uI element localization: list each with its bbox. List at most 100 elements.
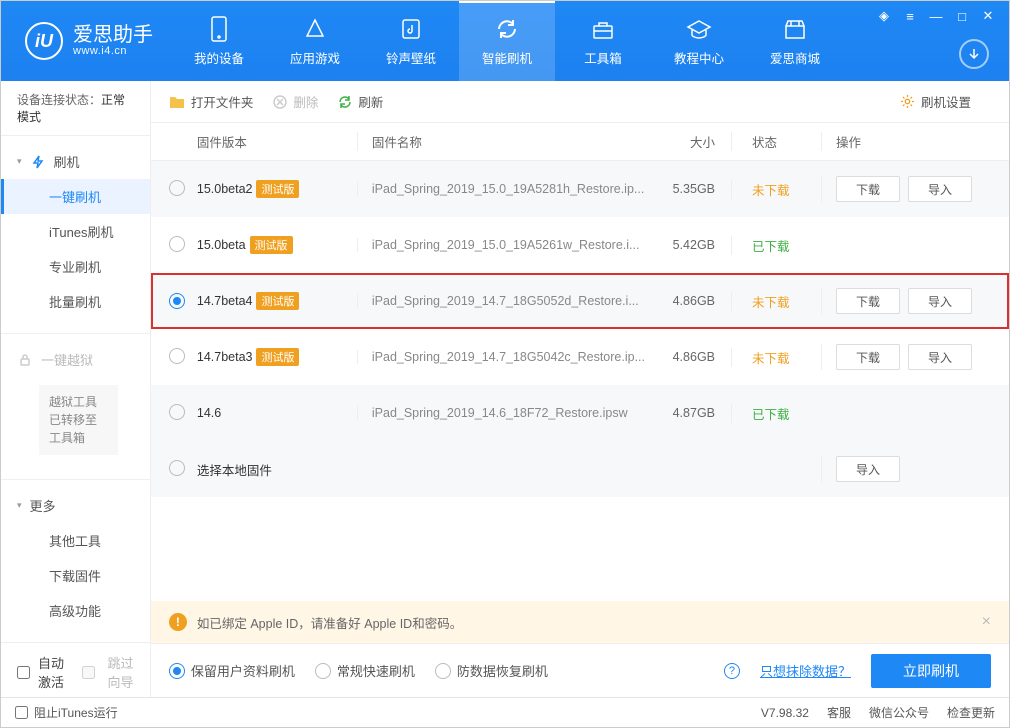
row-size: 5.35GB <box>645 182 715 196</box>
row-radio[interactable] <box>169 460 185 476</box>
import-button[interactable]: 导入 <box>908 344 972 370</box>
warning-icon: ! <box>169 613 187 631</box>
nav-flash[interactable]: 智能刷机 <box>459 1 555 81</box>
row-version: 15.0beta <box>197 238 246 252</box>
row-status: 已下载 <box>731 404 821 423</box>
sidebar-item-itunes[interactable]: iTunes刷机 <box>1 214 150 249</box>
lock-icon <box>17 352 33 368</box>
window-menu-button[interactable]: ≡ <box>899 7 921 25</box>
auto-activate-row: 自动激活 跳过向导 <box>1 642 150 697</box>
app-domain: www.i4.cn <box>73 45 153 57</box>
sidebar-item-batch[interactable]: 批量刷机 <box>1 284 150 319</box>
version-label: V7.98.32 <box>761 706 809 720</box>
delete-button[interactable]: 删除 <box>273 92 318 111</box>
row-size: 4.87GB <box>645 406 715 420</box>
help-icon[interactable]: ? <box>724 663 740 679</box>
download-button[interactable]: 下载 <box>836 288 900 314</box>
delete-icon <box>273 95 287 109</box>
row-filename: iPad_Spring_2019_15.0_19A5261w_Restore.i… <box>357 238 645 252</box>
gear-icon <box>900 94 915 109</box>
footer: 阻止iTunes运行 V7.98.32 客服 微信公众号 检查更新 <box>1 697 1009 727</box>
row-radio[interactable] <box>169 180 185 196</box>
chevron-down-icon: ▾ <box>17 156 22 167</box>
jailbreak-notice: 越狱工具已转移至工具箱 <box>39 385 118 455</box>
flash-settings-button[interactable]: 刷机设置 <box>900 92 971 111</box>
firmware-row[interactable]: 15.0beta测试版iPad_Spring_2019_15.0_19A5261… <box>151 217 1009 273</box>
erase-data-link[interactable]: 只想抹除数据？ <box>760 661 851 680</box>
import-button[interactable]: 导入 <box>908 176 972 202</box>
refresh-icon <box>494 16 520 42</box>
window-close-button[interactable]: ✕ <box>977 7 999 25</box>
skip-guide-checkbox[interactable] <box>82 666 95 679</box>
auto-activate-checkbox[interactable] <box>17 666 30 679</box>
music-icon <box>398 16 424 42</box>
local-firmware-row[interactable]: 选择本地固件导入 <box>151 441 1009 497</box>
refresh-button[interactable]: 刷新 <box>338 92 383 111</box>
download-arrow-button[interactable] <box>959 39 989 69</box>
flash-icon <box>30 154 46 170</box>
nav-tutorials[interactable]: 教程中心 <box>651 1 747 81</box>
main-panel: 打开文件夹 删除 刷新 刷机设置 固件版本 固件名称 大小 状态 操作 15.0… <box>151 81 1009 697</box>
row-size: 5.42GB <box>645 238 715 252</box>
th-name: 固件名称 <box>357 132 645 151</box>
import-button[interactable]: 导入 <box>908 288 972 314</box>
logo-icon: iU <box>25 22 63 60</box>
option-normal[interactable]: 常规快速刷机 <box>315 661 415 680</box>
sidebar-item-advanced[interactable]: 高级功能 <box>1 593 150 628</box>
nav-label: 爱思商城 <box>770 48 820 67</box>
nav-apps[interactable]: 应用游戏 <box>267 1 363 81</box>
th-version: 固件版本 <box>197 132 357 151</box>
open-folder-button[interactable]: 打开文件夹 <box>169 92 254 111</box>
firmware-row[interactable]: 15.0beta2测试版 iPad_Spring_2019_15.0_19A528… <box>151 161 1009 217</box>
sidebar-label: 更多 <box>30 496 56 515</box>
row-version: 15.0beta2 <box>197 182 253 196</box>
toolbox-icon <box>590 16 616 42</box>
footer-wechat[interactable]: 微信公众号 <box>869 704 929 721</box>
nav-ringtones[interactable]: 铃声壁纸 <box>363 1 459 81</box>
sidebar-label: 刷机 <box>54 152 80 171</box>
title-bar: iU 爱思助手 www.i4.cn 我的设备 应用游戏 铃声壁纸 智能刷机 工具… <box>1 1 1009 81</box>
nav-tools[interactable]: 工具箱 <box>555 1 651 81</box>
sidebar-head-more[interactable]: ▾更多 <box>1 488 150 523</box>
firmware-row[interactable]: 14.7beta3测试版iPad_Spring_2019_14.7_18G504… <box>151 329 1009 385</box>
row-filename: iPad_Spring_2019_14.7_18G5042c_Restore.i… <box>357 350 645 364</box>
close-banner-button[interactable]: × <box>982 613 991 631</box>
firmware-row[interactable]: 14.6iPad_Spring_2019_14.6_18F72_Restore.… <box>151 385 1009 441</box>
download-button[interactable]: 下载 <box>836 176 900 202</box>
download-button[interactable]: 下载 <box>836 344 900 370</box>
th-status: 状态 <box>731 132 821 151</box>
sidebar-item-oneclick[interactable]: 一键刷机 <box>1 179 150 214</box>
sidebar-item-other[interactable]: 其他工具 <box>1 523 150 558</box>
row-radio[interactable] <box>169 404 185 420</box>
footer-service[interactable]: 客服 <box>827 704 851 721</box>
apps-icon <box>302 16 328 42</box>
firmware-row[interactable]: 14.7beta4测试版iPad_Spring_2019_14.7_18G505… <box>151 273 1009 329</box>
skip-guide-label: 跳过向导 <box>107 653 133 691</box>
beta-badge: 测试版 <box>256 292 299 310</box>
footer-update[interactable]: 检查更新 <box>947 704 995 721</box>
flash-now-button[interactable]: 立即刷机 <box>871 654 991 688</box>
sidebar-item-pro[interactable]: 专业刷机 <box>1 249 150 284</box>
window-minimize-button[interactable]: — <box>925 7 947 25</box>
option-antiloss[interactable]: 防数据恢复刷机 <box>435 661 548 680</box>
window-tshirt-button[interactable]: ◈ <box>873 7 895 25</box>
refresh-icon <box>338 95 352 109</box>
row-radio[interactable] <box>169 348 185 364</box>
nav-label: 教程中心 <box>674 48 724 67</box>
option-keep-data[interactable]: 保留用户资料刷机 <box>169 661 295 680</box>
row-filename: iPad_Spring_2019_14.6_18F72_Restore.ipsw <box>357 406 645 420</box>
nav-store[interactable]: 爱思商城 <box>747 1 843 81</box>
row-filename: iPad_Spring_2019_15.0_19A5281h_Restore.i… <box>357 182 645 196</box>
nav-label: 我的设备 <box>194 48 244 67</box>
beta-badge: 测试版 <box>256 180 299 198</box>
apple-id-banner: ! 如已绑定 Apple ID，请准备好 Apple ID和密码。 × <box>151 601 1009 643</box>
import-button[interactable]: 导入 <box>836 456 900 482</box>
nav-my-device[interactable]: 我的设备 <box>171 1 267 81</box>
block-itunes-checkbox[interactable]: 阻止iTunes运行 <box>15 704 118 721</box>
sidebar-item-download[interactable]: 下载固件 <box>1 558 150 593</box>
window-maximize-button[interactable]: □ <box>951 7 973 25</box>
sidebar-head-flash[interactable]: ▾ 刷机 <box>1 144 150 179</box>
row-radio[interactable] <box>169 293 185 309</box>
row-radio[interactable] <box>169 236 185 252</box>
row-status: 未下载 <box>731 348 821 367</box>
